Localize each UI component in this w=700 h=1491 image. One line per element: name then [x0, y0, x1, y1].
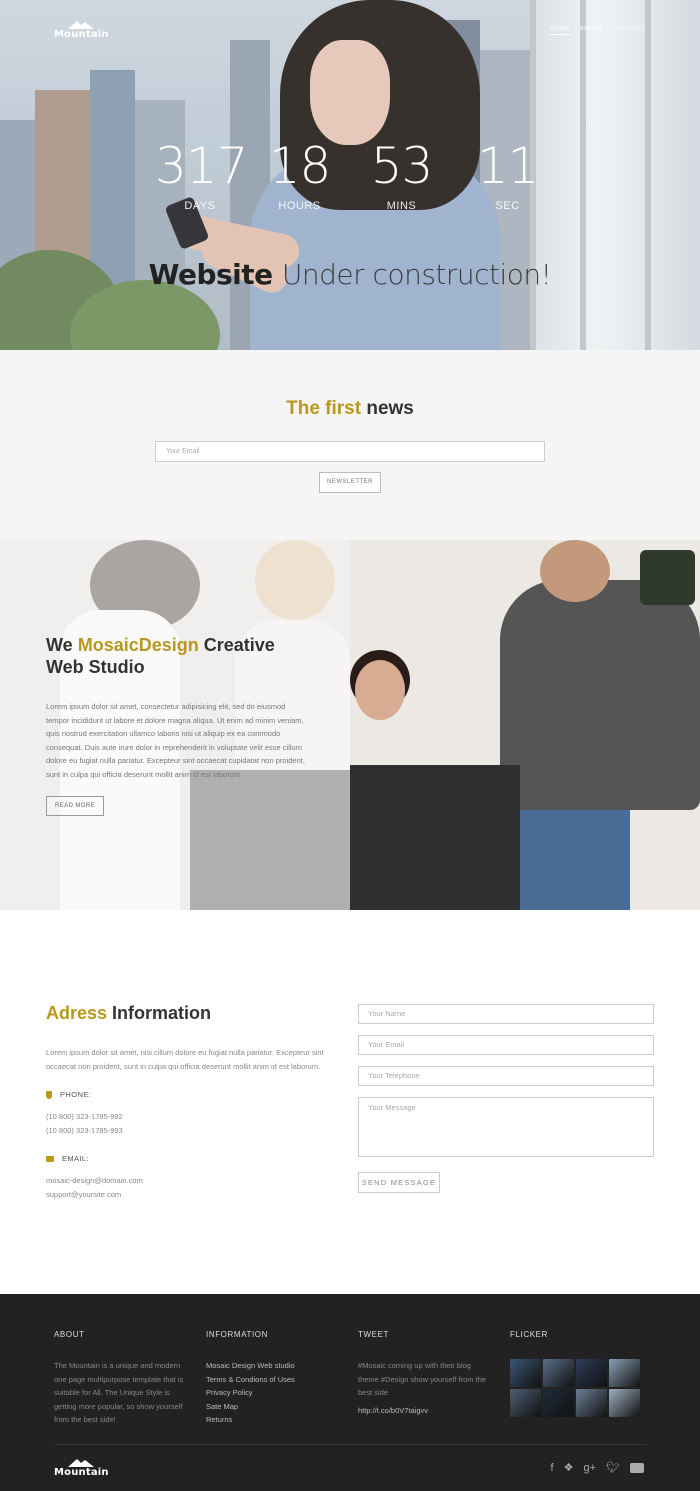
countdown-value: 53: [370, 137, 434, 195]
send-message-button[interactable]: SEND MESSAGE: [358, 1172, 440, 1193]
name-field[interactable]: Your Name: [358, 1004, 654, 1024]
nav-about[interactable]: ABOUT: [580, 26, 604, 35]
footer-link[interactable]: Privacy Policy: [206, 1386, 295, 1400]
footer-link[interactable]: Sate Map: [206, 1400, 295, 1414]
flickr-thumbnail[interactable]: [510, 1359, 541, 1387]
flickr-thumbnail[interactable]: [576, 1389, 607, 1417]
footer-link[interactable]: Mosaic Design Web studio: [206, 1359, 295, 1373]
mountain-icon: [68, 21, 95, 29]
flickr-thumbnail[interactable]: [576, 1359, 607, 1387]
countdown-mins: 53 MINS: [364, 138, 439, 212]
footer-divider: [54, 1444, 646, 1445]
flickr-thumbnail[interactable]: [543, 1389, 574, 1417]
phone-label: PHONE:: [60, 1090, 92, 1099]
studio-section: We MosaicDesign Creative Web Studio Lore…: [0, 540, 700, 910]
phone-number: (10 800) 323-1785-993: [46, 1126, 123, 1135]
email-label: EMAIL:: [62, 1154, 89, 1163]
footer-link[interactable]: Returns: [206, 1413, 295, 1427]
countdown-sec: 11 SEC: [470, 138, 545, 212]
footer-about: ABOUT The Mountain is a unique and moder…: [54, 1330, 186, 1427]
countdown-value: 317: [155, 137, 248, 195]
studio-title-post: Creative: [203, 635, 275, 655]
newsletter-title-accent: The first: [286, 398, 362, 419]
email-address[interactable]: support@yoursite.com: [46, 1190, 121, 1199]
footer-about-text: The Mountain is a unique and modern one …: [54, 1361, 184, 1424]
flickr-gallery: [510, 1359, 640, 1417]
footer-flickr: FLICKER: [510, 1330, 640, 1417]
studio-title: We MosaicDesign Creative Web Studio: [46, 634, 306, 678]
contact-title-rest: Information: [112, 1003, 212, 1023]
footer: ABOUT The Mountain is a unique and moder…: [0, 1294, 700, 1491]
studio-description: Lorem ipsum dolor sit amet, consectetur …: [46, 702, 305, 779]
phone-icon: [46, 1090, 52, 1099]
flickr-thumbnail[interactable]: [609, 1389, 640, 1417]
nav-home[interactable]: HOME: [550, 26, 571, 35]
footer-link[interactable]: Terms & Condions of Uses: [206, 1373, 295, 1387]
newsletter-section: The first news Your Email NEWSLETTER: [0, 350, 700, 540]
footer-brand-name: Mountain: [54, 1467, 109, 1478]
telephone-field[interactable]: Your Telephone: [358, 1066, 654, 1086]
flickr-thumbnail[interactable]: [543, 1359, 574, 1387]
countdown-value: 11: [476, 137, 540, 195]
newsletter-title: The first news: [0, 398, 700, 420]
twitter-icon[interactable]: 🐦︎: [606, 1461, 620, 1474]
tweet-link[interactable]: http://t.co/b0V7taigvv: [358, 1406, 493, 1415]
contact-intro: Lorem ipsum dolor sit amet, nisi cillum …: [46, 1048, 324, 1071]
brand-logo[interactable]: Mountain: [54, 20, 109, 40]
footer-info-title: INFORMATION: [206, 1330, 269, 1339]
countdown-label: MINS: [386, 200, 417, 212]
countdown-label: SEC: [495, 200, 520, 212]
read-more-button[interactable]: READ MORE: [46, 796, 104, 816]
mountain-icon: [68, 1459, 95, 1467]
countdown-value: 18: [268, 137, 332, 195]
footer-tweet-title: TWEET: [358, 1330, 389, 1339]
dropbox-icon[interactable]: ❖: [564, 1461, 574, 1474]
team-photo-right: [350, 540, 700, 910]
flickr-thumbnail[interactable]: [510, 1389, 541, 1417]
countdown-label: HOURS: [278, 200, 321, 212]
email-field[interactable]: Your Email: [358, 1035, 654, 1055]
footer-tweet: TWEET #Mosaic coming up with their blog …: [358, 1330, 493, 1415]
footer-logo[interactable]: Mountain: [54, 1458, 109, 1478]
tweet-text: #Mosaic coming up with their blog theme …: [358, 1361, 486, 1397]
hero-title: Website Under construction!: [0, 258, 700, 291]
message-field[interactable]: Your Message: [358, 1097, 654, 1157]
google-plus-icon[interactable]: g+: [583, 1462, 596, 1474]
nav-contact[interactable]: CONTACT: [612, 26, 645, 35]
phone-heading: PHONE:: [46, 1090, 91, 1099]
brand-name: Mountain: [54, 29, 109, 40]
facebook-icon[interactable]: f: [551, 1462, 554, 1474]
main-nav: HOME ABOUT CONTACT: [550, 26, 645, 35]
email-heading: EMAIL:: [46, 1154, 89, 1163]
social-links: f ❖ g+ 🐦︎: [551, 1461, 644, 1474]
newsletter-email-input[interactable]: Your Email: [155, 441, 545, 462]
newsletter-title-rest: news: [366, 398, 414, 419]
hero-title-bold: Website: [148, 258, 274, 291]
youtube-icon[interactable]: [630, 1462, 644, 1473]
newsletter-button[interactable]: NEWSLETTER: [319, 472, 381, 493]
email-address[interactable]: mosaic-design@domain.com: [46, 1176, 143, 1185]
countdown-label: DAYS: [184, 200, 216, 212]
flickr-thumbnail[interactable]: [609, 1359, 640, 1387]
hero-section: Mountain HOME ABOUT CONTACT 317 DAYS 18 …: [0, 0, 700, 350]
footer-information: INFORMATION Mosaic Design Web studio Ter…: [206, 1330, 295, 1427]
phone-number: (10 800) 323-1785-992: [46, 1112, 123, 1121]
contact-title-accent: Adress: [46, 1003, 108, 1023]
studio-title-line2: Web Studio: [46, 657, 145, 677]
footer-about-title: ABOUT: [54, 1330, 85, 1339]
contact-title: Adress Information: [46, 1003, 211, 1024]
hero-title-light: Under construction!: [281, 258, 552, 291]
footer-flickr-title: FLICKER: [510, 1330, 548, 1339]
countdown-hours: 18 HOURS: [262, 138, 337, 212]
countdown-days: 317 DAYS: [155, 137, 248, 212]
studio-title-accent: MosaicDesign: [77, 635, 199, 655]
email-icon: [46, 1155, 54, 1162]
studio-title-pre: We: [46, 635, 73, 655]
